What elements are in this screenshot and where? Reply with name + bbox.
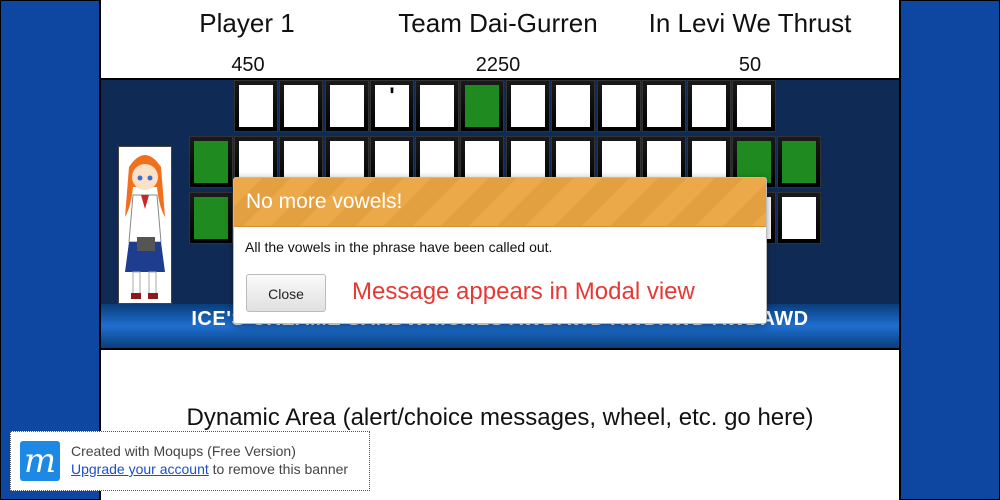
puzzle-tile xyxy=(189,136,233,188)
puzzle-tile xyxy=(460,80,504,132)
puzzle-tile xyxy=(687,80,731,132)
tile-face xyxy=(602,85,636,127)
tile-face xyxy=(194,141,228,183)
tile-face xyxy=(194,197,228,239)
puzzle-tile xyxy=(732,80,776,132)
banner-suffix: to remove this banner xyxy=(208,461,349,477)
puzzle-tile xyxy=(189,192,233,244)
puzzle-tile xyxy=(234,80,278,132)
puzzle-tile xyxy=(551,80,595,132)
puzzle-tile xyxy=(777,136,821,188)
close-button[interactable]: Close xyxy=(246,274,326,312)
puzzle-tile xyxy=(325,80,369,132)
puzzle-tile xyxy=(506,80,550,132)
banner-text: Created with Moqups (Free Version) xyxy=(71,443,296,459)
puzzle-tile xyxy=(415,80,459,132)
player-1-score: 450 xyxy=(231,54,265,76)
tile-face xyxy=(511,85,545,127)
player-2-score: 2250 xyxy=(475,54,521,76)
banner-upgrade-line: Upgrade your account to remove this bann… xyxy=(71,461,348,477)
puzzle-tile xyxy=(642,80,686,132)
puzzle-tile xyxy=(279,80,323,132)
tile-face xyxy=(330,85,364,127)
player-1-name: Player 1 xyxy=(199,8,295,38)
moqups-banner: m Created with Moqups (Free Version) Upg… xyxy=(10,431,370,491)
player-3-score: 50 xyxy=(738,54,762,76)
tile-face xyxy=(284,85,318,127)
anime-girl-icon xyxy=(125,155,165,299)
modal-annotation: Message appears in Modal view xyxy=(352,278,695,305)
tile-face xyxy=(239,85,273,127)
player-3-name: In Levi We Thrust xyxy=(648,8,852,38)
upgrade-link[interactable]: Upgrade your account xyxy=(71,461,209,477)
tile-face xyxy=(737,85,771,127)
tile-face: ' xyxy=(375,85,409,127)
tile-face xyxy=(647,85,681,127)
vowel-modal: No more vowels! All the vowels in the ph… xyxy=(233,177,767,324)
host-avatar xyxy=(118,146,172,304)
tile-face xyxy=(692,85,726,127)
tile-face xyxy=(556,85,590,127)
puzzle-tile xyxy=(597,80,641,132)
tile-face xyxy=(782,197,816,239)
moqups-logo-icon: m xyxy=(20,441,60,481)
tile-face xyxy=(465,85,499,127)
puzzle-tile xyxy=(777,192,821,244)
tile-face xyxy=(420,85,454,127)
tile-face xyxy=(782,141,816,183)
dynamic-area: Dynamic Area (alert/choice messages, whe… xyxy=(186,404,814,431)
puzzle-tile: ' xyxy=(370,80,414,132)
player-2-name: Team Dai-Gurren xyxy=(398,8,598,38)
modal-message: All the vowels in the phrase have been c… xyxy=(245,239,553,255)
modal-title: No more vowels! xyxy=(234,178,766,227)
